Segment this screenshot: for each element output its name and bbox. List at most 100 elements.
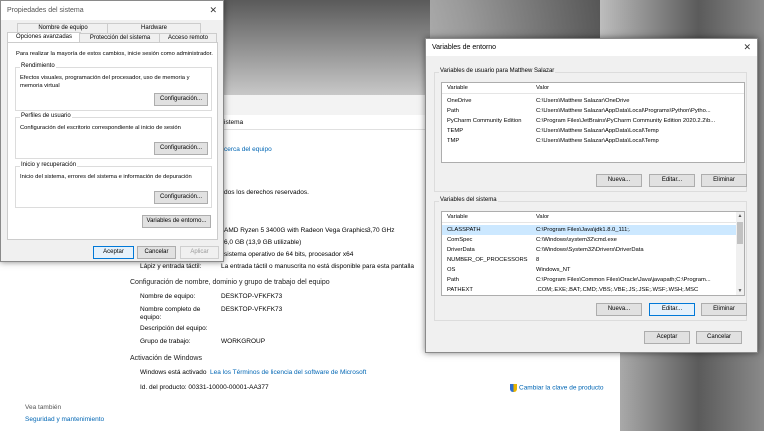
scroll-up-icon[interactable]: ▲ — [736, 213, 744, 219]
wallpaper-highlight — [220, 0, 430, 95]
user-var-row[interactable]: PyCharm Community Edition C:\Program File… — [442, 116, 744, 126]
activation-status: Windows está activado — [140, 369, 207, 376]
pen-value: La entrada táctil o manuscrita no está d… — [221, 263, 414, 270]
user-var-name: TEMP — [447, 128, 464, 134]
system-var-row-selected[interactable]: CLASSPATH C:\Program Files\Java\jdk1.8.0_… — [442, 225, 736, 235]
user-var-row[interactable]: Path C:\Users\Matthew Salazar\AppData\Loc… — [442, 106, 744, 116]
close-icon[interactable]: ✕ — [743, 39, 751, 56]
system-var-value: C:\Windows\System32\Drivers\DriverData — [536, 247, 644, 253]
env-titlebar: Variables de entorno ✕ — [426, 39, 757, 56]
tab-hardware[interactable]: Hardware — [107, 23, 201, 33]
system-var-name: OS — [447, 267, 456, 273]
user-var-name: TMP — [447, 138, 460, 144]
processor-speed: 3,70 GHz — [367, 227, 395, 234]
see-also: Vea también — [25, 404, 62, 411]
system-vars-scrollbar[interactable]: ▲ ▼ — [736, 212, 744, 295]
user-vars-list[interactable]: Variable Valor OneDrive C:\Users\Matthew … — [441, 82, 745, 163]
env-title: Variables de entorno — [432, 44, 497, 51]
system-breadcrumb: istema — [224, 119, 244, 126]
computer-name-value: DESKTOP-VFKFK73 — [221, 293, 283, 300]
env-accept-button[interactable]: Aceptar — [644, 331, 690, 344]
startup-recovery-group: Inicio y recuperación Inicio del sistema… — [15, 162, 212, 208]
user-var-value: C:\Users\Matthew Salazar\AppData\Local\P… — [536, 108, 711, 114]
pen-label: Lápiz y entrada táctil: — [140, 263, 202, 270]
user-var-value: C:\Program Files\JetBrains\PyCharm Commu… — [536, 118, 716, 124]
system-var-value: 8 — [536, 257, 540, 263]
system-var-row[interactable]: NUMBER_OF_PROCESSORS 8 — [442, 255, 736, 265]
workgroup-label: Grupo de trabajo: — [140, 338, 191, 345]
system-vars-list[interactable]: Variable Valor CLASSPATH C:\Program Files… — [441, 211, 745, 296]
system-var-name: ComSpec — [447, 237, 473, 243]
advanced-panel: Para realizar la mayoría de estos cambio… — [7, 42, 218, 240]
user-profiles-label: Perfiles de usuario — [20, 113, 72, 119]
col-variable[interactable]: Variable — [447, 85, 468, 91]
computer-name-label: Nombre de equipo: — [140, 293, 196, 300]
system-var-value: C:\Program Files\Java\jdk1.8.0_111;. — [536, 227, 631, 233]
system-properties-dialog: Propiedades del sistema ✕ Nombre de equi… — [0, 0, 224, 262]
col-valor[interactable]: Valor — [536, 85, 739, 91]
rights-text: dos los derechos reservados. — [224, 189, 309, 196]
user-var-row[interactable]: TMP C:\Users\Matthew Salazar\AppData\Loca… — [442, 136, 744, 146]
workgroup-value: WORKGROUP — [221, 338, 266, 345]
profiles-settings-button[interactable]: Configuración... — [154, 142, 208, 155]
system-var-value: C:\Program Files\Common Files\Oracle\Jav… — [536, 277, 711, 283]
cancel-button[interactable]: Cancelar — [137, 246, 176, 259]
user-var-value: C:\Users\Matthew Salazar\OneDrive — [536, 98, 630, 104]
startup-recovery-text: Inicio del sistema, errores del sistema … — [20, 174, 192, 180]
system-var-value: C:\Windows\system32\cmd.exe — [536, 237, 617, 243]
system-vars-header: Variable Valor — [442, 212, 744, 223]
shield-icon — [510, 384, 517, 392]
user-var-row[interactable]: TEMP C:\Users\Matthew Salazar\AppData\Loc… — [442, 126, 744, 136]
environment-variables-button[interactable]: Variables de entorno... — [142, 215, 211, 228]
domain-header: Configuración de nombre, dominio y grupo… — [130, 279, 330, 286]
close-icon[interactable]: ✕ — [209, 1, 217, 20]
system-edit-button[interactable]: Editar... — [649, 303, 695, 316]
system-var-name: PATHEXT — [447, 287, 473, 293]
system-new-button[interactable]: Nueva... — [596, 303, 642, 316]
system-delete-button[interactable]: Eliminar — [701, 303, 747, 316]
scrollbar-thumb[interactable] — [737, 222, 743, 244]
user-delete-button[interactable]: Eliminar — [701, 174, 747, 187]
user-edit-button[interactable]: Editar... — [649, 174, 695, 187]
processor-value: AMD Ryzen 5 3400G with Radeon Vega Graph… — [224, 227, 368, 234]
system-var-row[interactable]: OS Windows_NT — [442, 265, 736, 275]
user-vars-header: Variable Valor — [442, 83, 744, 94]
performance-label: Rendimiento — [20, 63, 56, 69]
startup-settings-button[interactable]: Configuración... — [154, 191, 208, 204]
apply-button[interactable]: Aplicar — [180, 246, 219, 259]
system-var-row[interactable]: DriverData C:\Windows\System32\Drivers\Dr… — [442, 245, 736, 255]
user-var-name: Path — [447, 108, 459, 114]
accept-button[interactable]: Aceptar — [93, 246, 134, 259]
performance-text: Efectos visuales, programación del proce… — [20, 75, 190, 89]
user-new-button[interactable]: Nueva... — [596, 174, 642, 187]
system-var-row[interactable]: Path C:\Program Files\Common Files\Oracle… — [442, 275, 736, 285]
user-var-name: OneDrive — [447, 98, 472, 104]
col-valor[interactable]: Valor — [536, 214, 739, 220]
license-link[interactable]: Lea los Términos de licencia del softwar… — [210, 369, 366, 376]
change-key-link[interactable]: Cambiar la clave de producto — [510, 384, 604, 392]
ram-value: 6,0 GB (13,9 GB utilizable) — [224, 239, 302, 246]
security-link[interactable]: Seguridad y mantenimiento — [25, 416, 104, 423]
user-var-row[interactable]: OneDrive C:\Users\Matthew Salazar\OneDriv… — [442, 96, 744, 106]
col-variable[interactable]: Variable — [447, 214, 468, 220]
performance-group: Rendimiento Efectos visuales, programaci… — [15, 63, 212, 111]
full-name-value: DESKTOP-VFKFK73 — [221, 306, 283, 313]
environment-variables-dialog: Variables de entorno ✕ Variables de usua… — [425, 38, 758, 353]
sysprop-titlebar: Propiedades del sistema ✕ — [1, 1, 223, 20]
startup-recovery-label: Inicio y recuperación — [20, 162, 78, 168]
product-id: Id. del producto: 00331-10000-00001-AA37… — [140, 384, 269, 391]
system-type-value: sistema operativo de 64 bits, procesador… — [224, 251, 354, 258]
env-cancel-button[interactable]: Cancelar — [696, 331, 742, 344]
system-var-name: CLASSPATH — [447, 227, 481, 233]
user-profiles-group: Perfiles de usuario Configuración del es… — [15, 113, 212, 159]
user-profiles-text: Configuración del escritorio correspondi… — [20, 125, 181, 131]
user-var-name: PyCharm Community Edition — [447, 118, 522, 124]
system-var-row[interactable]: PATHEXT .COM;.EXE;.BAT;.CMD;.VBS;.VBE;.JS… — [442, 285, 736, 295]
scroll-down-icon[interactable]: ▼ — [736, 288, 744, 294]
system-var-row[interactable]: ComSpec C:\Windows\system32\cmd.exe — [442, 235, 736, 245]
performance-settings-button[interactable]: Configuración... — [154, 93, 208, 106]
system-var-name: NUMBER_OF_PROCESSORS — [447, 257, 528, 263]
tab-strip: Nombre de equipo Hardware Opciones avanz… — [7, 23, 217, 43]
system-vars-label: Variables del sistema — [439, 197, 498, 203]
system-vars-section: Variables del sistema Variable Valor CLA… — [434, 197, 747, 321]
